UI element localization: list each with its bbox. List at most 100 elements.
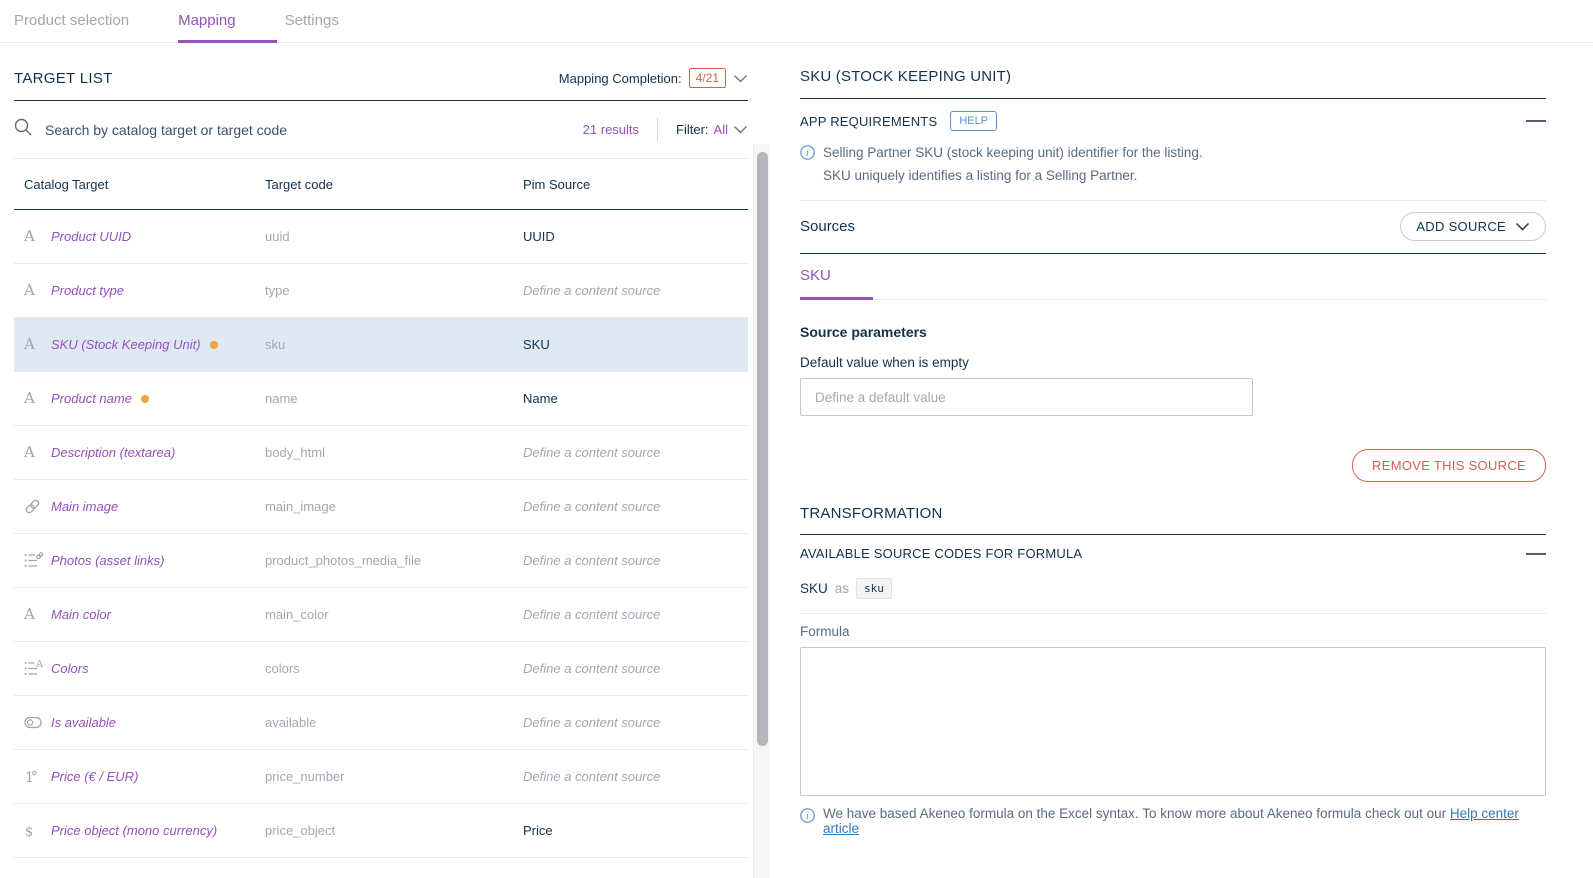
catalog-target-label: Product type — [51, 283, 265, 298]
svg-text:A: A — [35, 660, 44, 670]
chevron-down-icon — [733, 122, 748, 137]
currency-icon: $ — [24, 822, 51, 840]
formula-textarea[interactable] — [800, 647, 1546, 796]
table-row[interactable]: Main image main_image Define a content s… — [14, 480, 748, 534]
search-input[interactable] — [45, 122, 583, 138]
target-table-body: A Product UUID uuid UUID A Product type … — [14, 210, 748, 858]
top-tab-bar: Product selection Mapping Settings — [0, 0, 1593, 43]
target-code: sku — [265, 337, 523, 352]
formula-help-sentence: We have based Akeneo formula on the Exce… — [823, 806, 1450, 821]
help-badge[interactable]: HELP — [950, 111, 997, 131]
filter-label: Filter: — [676, 122, 709, 137]
sources-title: Sources — [800, 218, 855, 235]
pim-source: Define a content source — [523, 769, 748, 784]
target-detail-panel: SKU (STOCK KEEPING UNIT) APP REQUIREMENT… — [776, 43, 1593, 878]
catalog-target-label: Main image — [51, 499, 265, 514]
mapping-completion-label: Mapping Completion: — [559, 71, 682, 86]
target-code: type — [265, 283, 523, 298]
text-attribute-icon: A — [24, 337, 51, 352]
column-catalog-target: Catalog Target — [24, 177, 265, 192]
formula-help-text: We have based Akeneo formula on the Exce… — [823, 806, 1546, 836]
pim-source: Define a content source — [523, 445, 748, 460]
target-code: price_number — [265, 769, 523, 784]
pim-source: Define a content source — [523, 607, 748, 622]
svg-text:$: $ — [25, 825, 33, 840]
add-source-button[interactable]: ADD SOURCE — [1400, 212, 1546, 241]
transformation-title: TRANSFORMATION — [800, 505, 1546, 535]
table-row[interactable]: 1 Price (€ / EUR) price_number Define a … — [14, 750, 748, 804]
info-icon: i — [800, 806, 815, 826]
source-parameters-title: Source parameters — [800, 324, 1546, 340]
tab-product-selection[interactable]: Product selection — [14, 12, 129, 42]
table-row[interactable]: A Product name name Name — [14, 372, 748, 426]
pim-source: SKU — [523, 337, 748, 352]
catalog-target-label: Price (€ / EUR) — [51, 769, 265, 784]
catalog-target-label: Price object (mono currency) — [51, 823, 265, 838]
source-name: SKU — [800, 581, 828, 596]
table-row[interactable]: A SKU (Stock Keeping Unit) sku SKU — [14, 318, 748, 372]
target-code: body_html — [265, 445, 523, 460]
target-code: name — [265, 391, 523, 406]
filter-value: All — [714, 122, 728, 137]
filter-dropdown[interactable]: Filter: All — [676, 122, 748, 137]
target-code: product_photos_media_file — [265, 553, 523, 568]
source-tab-sku[interactable]: SKU — [800, 254, 873, 300]
toggle-icon — [24, 716, 51, 729]
number-icon: 1 — [24, 768, 51, 786]
table-row[interactable]: A Main color main_color Define a content… — [14, 588, 748, 642]
table-row[interactable]: Is available available Define a content … — [14, 696, 748, 750]
requirement-line-2: SKU uniquely identifies a listing for a … — [800, 166, 1546, 186]
table-row[interactable]: A Colors colors Define a content source — [14, 642, 748, 696]
remove-source-button[interactable]: REMOVE THIS SOURCE — [1352, 449, 1546, 482]
svg-text:i: i — [806, 149, 809, 159]
vertical-scrollbar[interactable] — [753, 144, 770, 878]
catalog-target-label: Description (textarea) — [51, 445, 265, 460]
search-icon — [14, 118, 33, 142]
pim-source: Define a content source — [523, 283, 748, 298]
info-icon: i — [800, 143, 815, 166]
formula-label: Formula — [800, 624, 1546, 639]
text-attribute-icon: A — [24, 391, 51, 406]
text-attribute-icon: A — [24, 229, 51, 244]
column-pim-source: Pim Source — [523, 177, 748, 192]
table-row[interactable]: Photos (asset links) product_photos_medi… — [14, 534, 748, 588]
target-code: available — [265, 715, 523, 730]
target-code: price_object — [265, 823, 523, 838]
target-code: main_color — [265, 607, 523, 622]
catalog-target-label: Product name — [51, 391, 265, 406]
table-row[interactable]: A Product type type Define a content sou… — [14, 264, 748, 318]
chevron-down-icon — [1515, 222, 1530, 231]
scrollbar-thumb[interactable] — [757, 152, 768, 746]
text-attribute-icon: A — [24, 607, 51, 622]
table-row[interactable]: A Product UUID uuid UUID — [14, 210, 748, 264]
catalog-target-label: Photos (asset links) — [51, 553, 265, 568]
detail-title: SKU (STOCK KEEPING UNIT) — [800, 43, 1546, 99]
mapping-completion-badge: 4/21 — [689, 68, 726, 88]
requirement-line-1: Selling Partner SKU (stock keeping unit)… — [823, 143, 1203, 163]
pim-source: Define a content source — [523, 499, 748, 514]
catalog-target-label: Colors — [51, 661, 265, 676]
incomplete-dot — [141, 395, 149, 403]
target-code: uuid — [265, 229, 523, 244]
text-attribute-icon: A — [24, 283, 51, 298]
collapse-minus-icon[interactable] — [1526, 553, 1546, 555]
pim-source: Define a content source — [523, 553, 748, 568]
divider — [657, 118, 658, 142]
text-attribute-icon: A — [24, 445, 51, 460]
target-code: main_image — [265, 499, 523, 514]
source-code-chip: sku — [856, 578, 892, 599]
catalog-target-label: SKU (Stock Keeping Unit) — [51, 337, 265, 352]
table-header: Catalog Target Target code Pim Source — [14, 159, 748, 210]
column-target-code: Target code — [265, 177, 523, 192]
chevron-down-icon[interactable] — [733, 71, 748, 86]
collapse-minus-icon[interactable] — [1526, 120, 1546, 122]
catalog-target-label: Product UUID — [51, 229, 265, 244]
tab-mapping[interactable]: Mapping — [178, 12, 236, 42]
tab-settings[interactable]: Settings — [285, 12, 339, 42]
pim-source: Define a content source — [523, 661, 748, 676]
table-row[interactable]: A Description (textarea) body_html Defin… — [14, 426, 748, 480]
table-row[interactable]: $ Price object (mono currency) price_obj… — [14, 804, 748, 858]
link-icon — [24, 498, 51, 515]
pim-source: Price — [523, 823, 748, 838]
default-value-input[interactable] — [800, 378, 1253, 416]
